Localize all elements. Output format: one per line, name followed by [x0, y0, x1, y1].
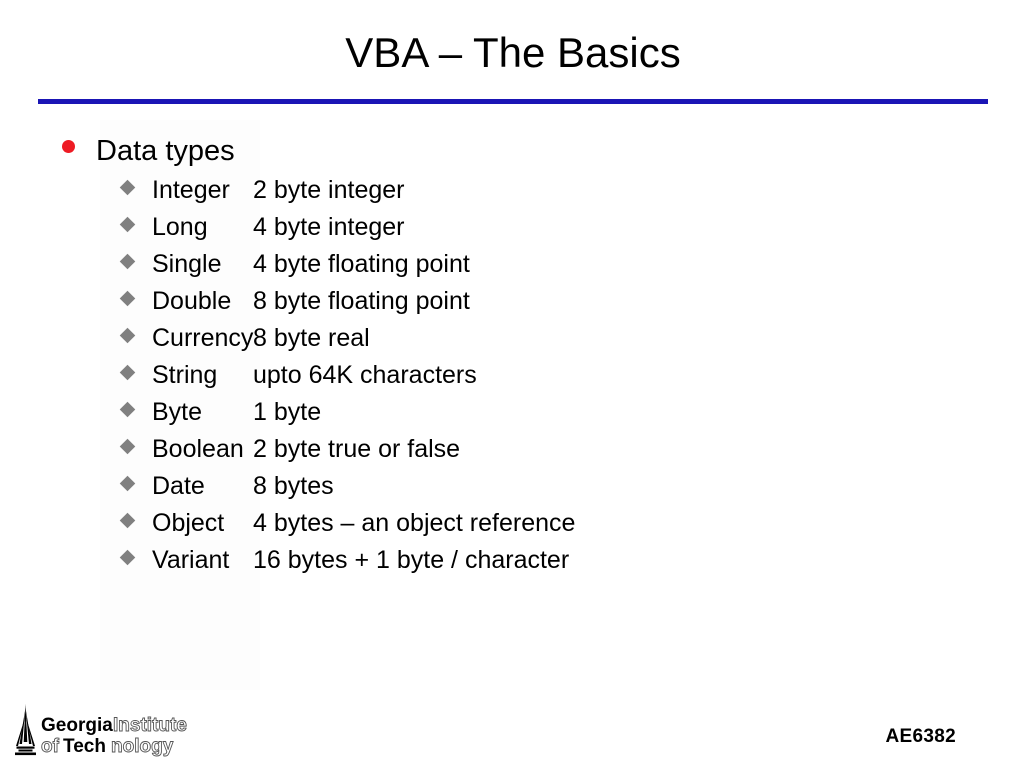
bullet-item-data-types: Data types	[62, 134, 235, 168]
data-type-name: String	[152, 361, 218, 389]
data-type-description: 2 byte true or false	[253, 435, 461, 463]
gray-diamond-bullet-icon	[119, 364, 136, 381]
data-type-description: 2 byte integer	[253, 176, 405, 204]
data-type-name: Long	[152, 213, 208, 241]
data-types-list: Integer 2 byte integer Long 4 byte integ…	[119, 176, 576, 583]
list-item: Single 4 byte floating point	[119, 250, 575, 287]
gray-diamond-bullet-icon	[119, 290, 136, 307]
gray-diamond-bullet-icon	[119, 216, 136, 233]
data-type-name: Object	[152, 509, 225, 537]
data-type-name: Currency	[152, 324, 254, 352]
list-item: Currency 8 byte real	[119, 324, 575, 361]
list-item: Long 4 byte integer	[119, 213, 575, 250]
list-item: String upto 64K characters	[119, 361, 575, 398]
data-type-name: Date	[152, 472, 205, 500]
list-item: Variant 16 bytes + 1 byte / character	[119, 546, 575, 583]
data-type-description: upto 64K characters	[253, 361, 477, 389]
data-type-description: 4 byte floating point	[253, 250, 470, 278]
list-item: Integer 2 byte integer	[119, 176, 575, 213]
bullet-item-label: Data types	[96, 135, 235, 167]
gray-diamond-bullet-icon	[119, 253, 136, 270]
red-dot-bullet-icon	[62, 140, 75, 153]
gray-diamond-bullet-icon	[119, 549, 136, 566]
course-code-label: AE6382	[885, 726, 956, 747]
gray-diamond-bullet-icon	[119, 401, 136, 418]
logo-institute-text: Institute	[113, 715, 187, 736]
logo-georgia-text: Georgia	[41, 715, 113, 736]
data-type-description: 4 bytes – an object reference	[253, 509, 576, 537]
gray-diamond-bullet-icon	[119, 512, 136, 529]
title-underline-rule	[38, 99, 988, 104]
list-item: Date 8 bytes	[119, 472, 575, 509]
list-item: Object 4 bytes – an object reference	[119, 509, 576, 546]
data-type-name: Single	[152, 250, 222, 278]
list-item: Byte 1 byte	[119, 398, 575, 435]
slide: VBA – The Basics Data types Integer 2 by…	[0, 0, 1024, 768]
gray-diamond-bullet-icon	[119, 438, 136, 455]
data-type-description: 16 bytes + 1 byte / character	[253, 546, 570, 574]
georgia-tech-logo: Georgia Institute of Tech nology	[10, 702, 225, 762]
data-type-name: Byte	[152, 398, 203, 426]
georgia-tech-tower-icon	[15, 704, 36, 756]
data-type-name: Integer	[152, 176, 230, 204]
data-type-description: 8 bytes	[253, 472, 334, 500]
logo-of-text: of	[41, 736, 60, 757]
logo-tech-text: Tech	[63, 736, 106, 757]
gray-diamond-bullet-icon	[119, 327, 136, 344]
data-type-description: 4 byte integer	[253, 213, 405, 241]
slide-title: VBA – The Basics	[345, 29, 681, 76]
gray-diamond-bullet-icon	[119, 475, 136, 492]
data-type-description: 8 byte real	[253, 324, 370, 352]
logo-nology-text: nology	[111, 736, 174, 757]
data-type-name: Variant	[152, 546, 230, 574]
gray-diamond-bullet-icon	[119, 179, 136, 196]
data-type-description: 8 byte floating point	[253, 287, 470, 315]
data-type-description: 1 byte	[253, 398, 322, 426]
list-item: Double 8 byte floating point	[119, 287, 575, 324]
data-type-name: Boolean	[152, 435, 244, 463]
list-item: Boolean 2 byte true or false	[119, 435, 575, 472]
data-type-name: Double	[152, 287, 232, 315]
